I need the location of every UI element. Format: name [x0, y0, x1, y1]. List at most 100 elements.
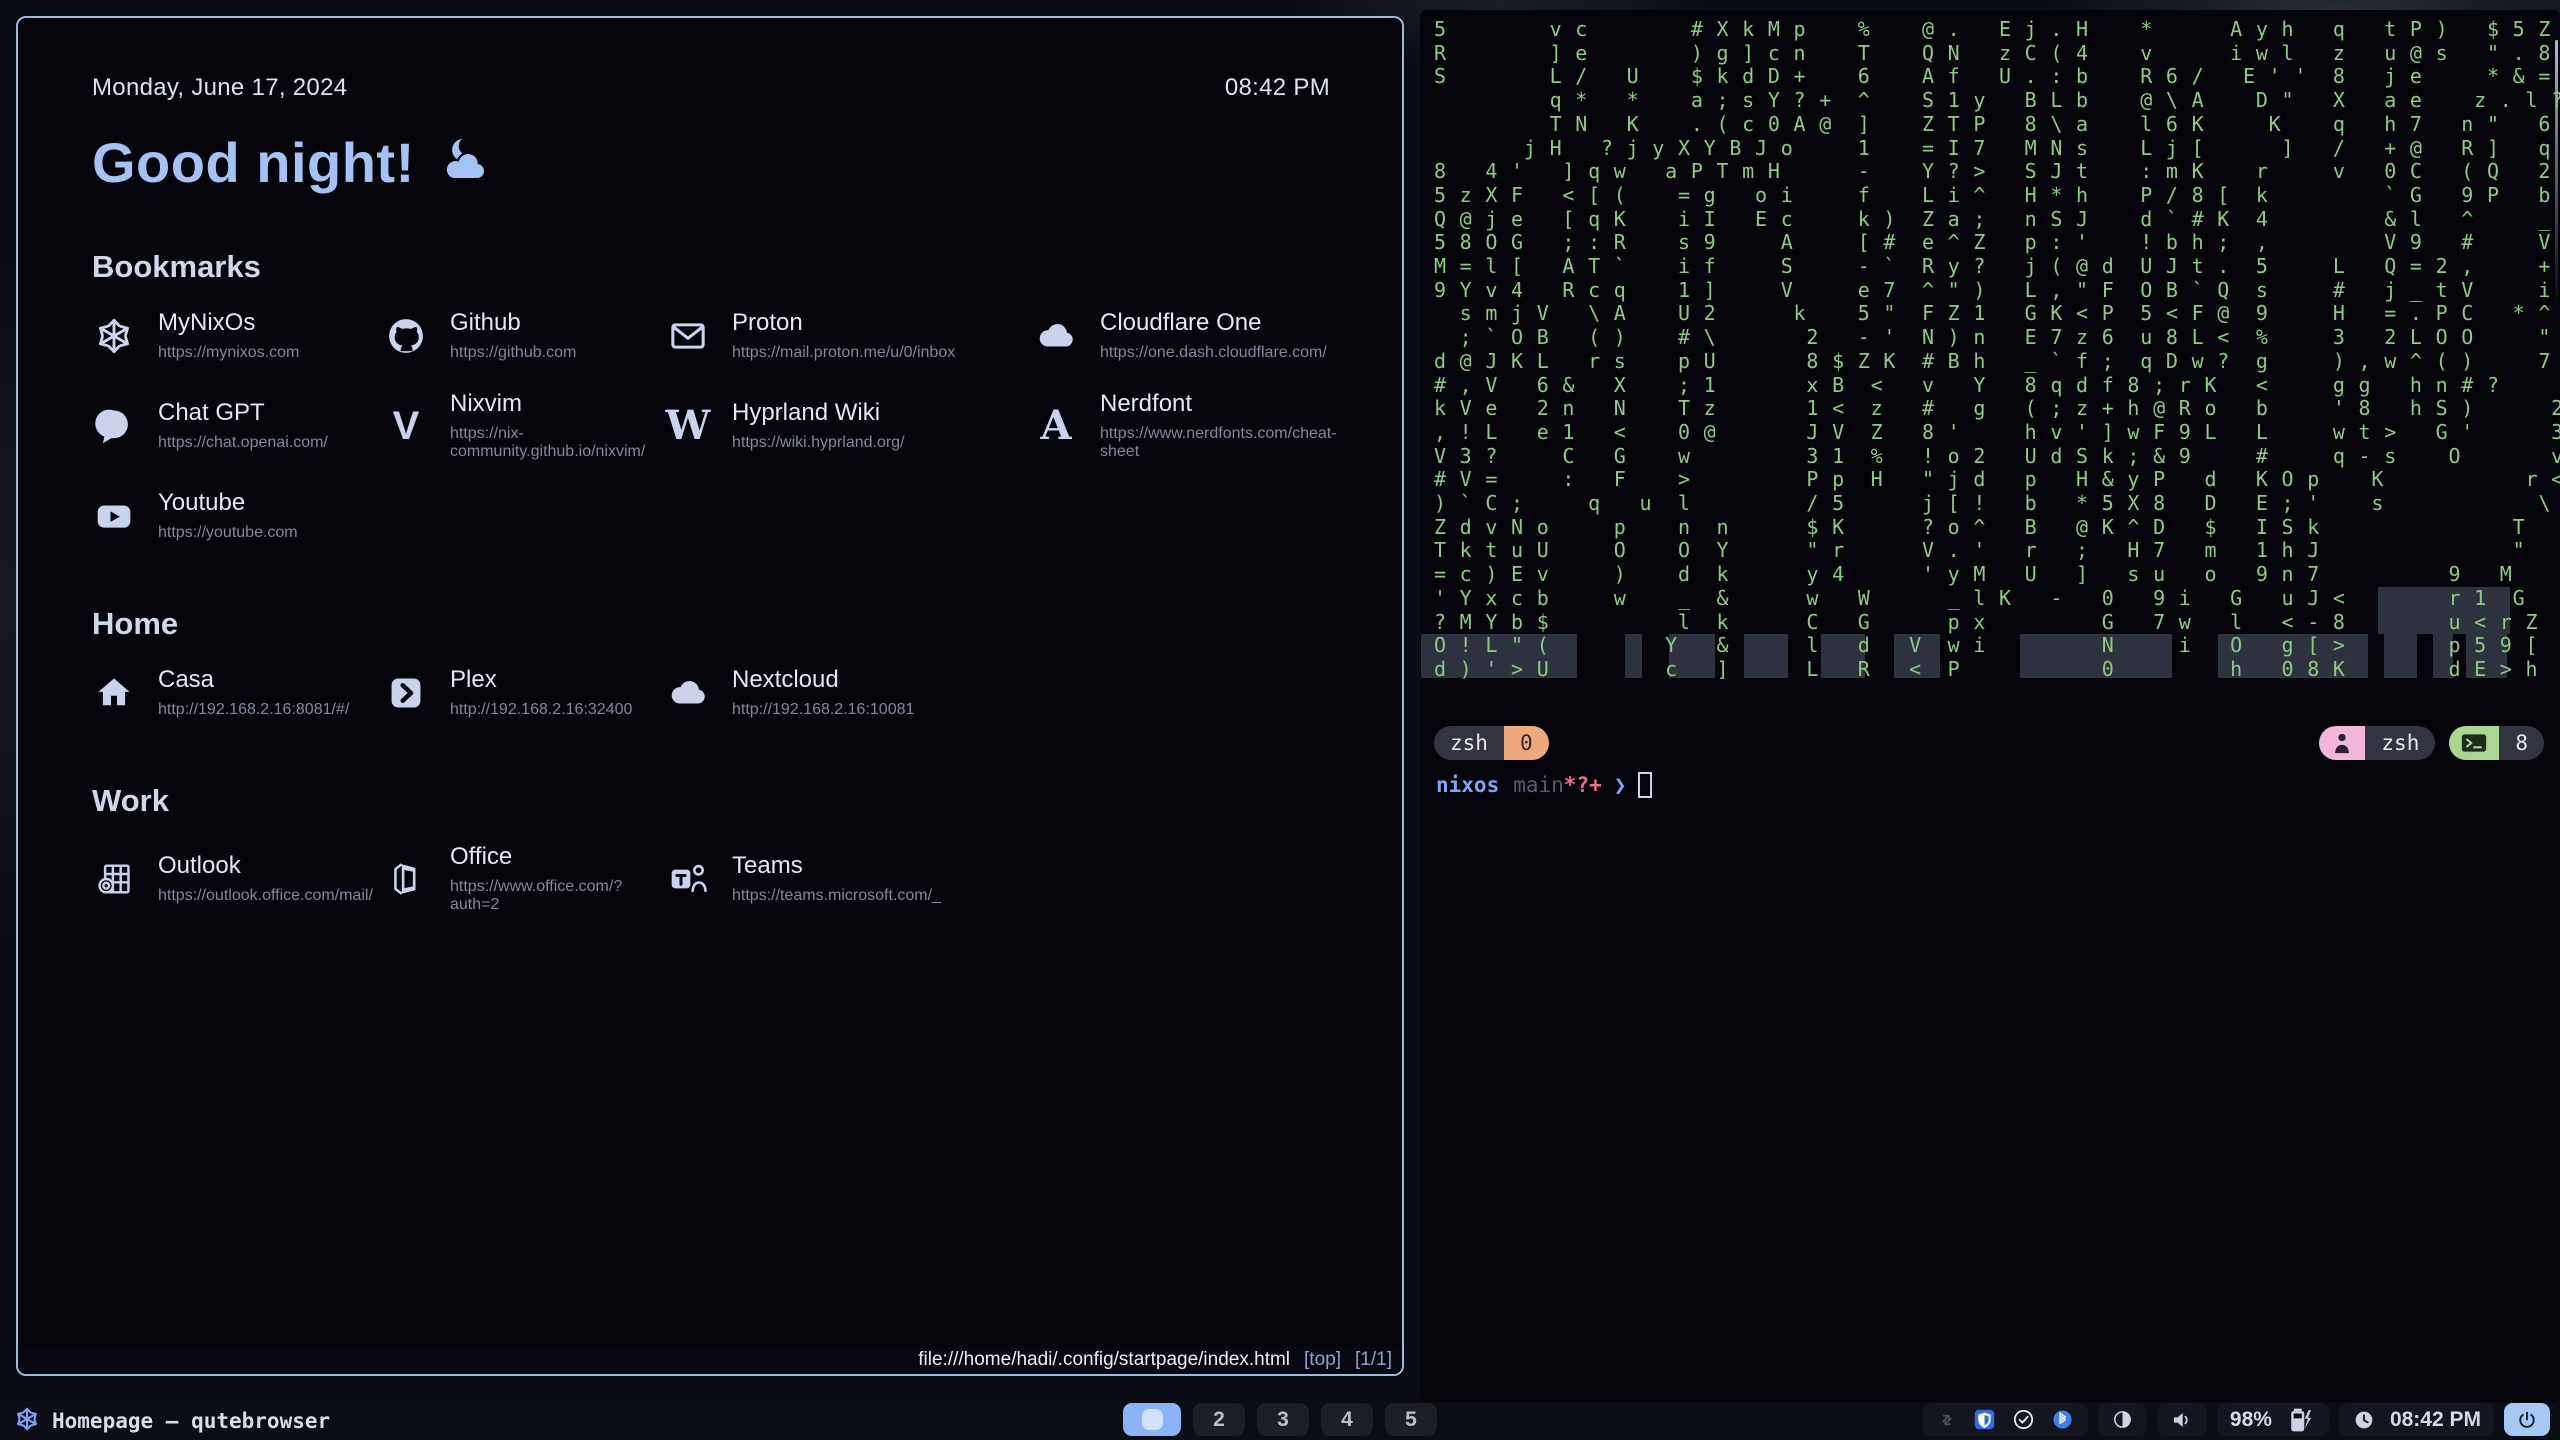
- power-icon: [2516, 1409, 2538, 1431]
- chat-bubble-icon: [92, 404, 136, 448]
- terminal-window[interactable]: 5 v c # X k M p % @ . E j . H * A y h q …: [1420, 10, 2560, 1402]
- home-nextcloud[interactable]: Nextcloud http://192.168.2.16:10081: [666, 666, 1034, 719]
- work-url: https://teams.microsoft.com/_: [732, 887, 941, 905]
- taskbar-window-title: Homepage — qutebrowser: [52, 1409, 330, 1433]
- bookmark-url: https://chat.openai.com/: [158, 434, 328, 452]
- startpage: Monday, June 17, 2024 08:42 PM Good nigh…: [18, 18, 1402, 914]
- section-title-work: Work: [92, 783, 1330, 819]
- section-title-home: Home: [92, 606, 1330, 642]
- work-teams[interactable]: Teams https://teams.microsoft.com/_: [666, 843, 1034, 914]
- work-url: https://outlook.office.com/mail/: [158, 887, 373, 905]
- bookmark-title: Github: [450, 309, 576, 337]
- matrix-rain: 5 v c # X k M p % @ . E j . H * A y h q …: [1434, 18, 2560, 682]
- startpage-date: Monday, June 17, 2024: [92, 74, 347, 102]
- bookmark-title: Nerdfont: [1100, 390, 1337, 418]
- battery-charging-icon: [2286, 1407, 2316, 1433]
- bookmark-url: https://www.nerdfonts.com/cheat-sheet: [1100, 425, 1337, 461]
- teams-icon: [666, 857, 710, 901]
- statusbar-tab-count: [1/1]: [1355, 1349, 1392, 1371]
- bookmark-title: Youtube: [158, 489, 298, 517]
- clock-icon: [2352, 1408, 2376, 1432]
- shell-prompt[interactable]: nixos main *?+ ❯: [1436, 772, 1652, 798]
- home-plex[interactable]: Plex http://192.168.2.16:32400: [384, 666, 666, 719]
- plex-chevron-icon: [384, 671, 428, 715]
- section-title-bookmarks: Bookmarks: [92, 249, 1330, 285]
- bookmark-url: https://wiki.hyprland.org/: [732, 434, 905, 452]
- bookmark-github[interactable]: Github https://github.com: [384, 309, 666, 362]
- workspace-3[interactable]: 3: [1257, 1403, 1309, 1436]
- bookmark-url: https://one.dash.cloudflare.com/: [1100, 344, 1327, 362]
- power-button[interactable]: [2504, 1403, 2550, 1436]
- taskbar-window-title-group: Homepage — qutebrowser: [14, 1406, 330, 1437]
- outlook-icon: [92, 857, 136, 901]
- system-tray: [1923, 1403, 2088, 1436]
- home-title: Casa: [158, 666, 349, 694]
- bookmark-hyprland-wiki[interactable]: W Hyprland Wiki https://wiki.hyprland.or…: [666, 390, 1034, 461]
- zellij-pane-count-badge[interactable]: 8: [2449, 726, 2544, 760]
- bookmark-cloudflare-one[interactable]: Cloudflare One https://one.dash.cloudfla…: [1034, 309, 1337, 362]
- workspace-5[interactable]: 5: [1385, 1403, 1437, 1436]
- qutebrowser-window: Monday, June 17, 2024 08:42 PM Good nigh…: [16, 16, 1404, 1376]
- matrix-pane: 5 v c # X k M p % @ . E j . H * A y h q …: [1420, 10, 2560, 686]
- workspace-1-active[interactable]: [1123, 1403, 1181, 1436]
- clock-widget[interactable]: 08:42 PM: [2339, 1403, 2494, 1436]
- bookmark-mynixos[interactable]: MyNixOs https://mynixos.com: [92, 309, 384, 362]
- battery-status[interactable]: 98%: [2217, 1403, 2329, 1436]
- home-title: Plex: [450, 666, 632, 694]
- nix-snowflake-icon: [14, 1406, 40, 1437]
- home-url: http://192.168.2.16:8081/#/: [158, 701, 349, 719]
- bookmark-title: Cloudflare One: [1100, 309, 1327, 337]
- work-office[interactable]: Office https://www.office.com/?auth=2: [384, 843, 666, 914]
- moon-cloud-icon: [431, 137, 489, 188]
- taskbar: Homepage — qutebrowser 2 3 4 5: [0, 1402, 2560, 1440]
- prompt-git-branch: main: [1513, 773, 1564, 797]
- work-outlook[interactable]: Outlook https://outlook.office.com/mail/: [92, 843, 384, 914]
- bookmark-title: Proton: [732, 309, 955, 337]
- nix-snowflake-icon: [92, 314, 136, 358]
- statusbar-scroll-position: [top]: [1304, 1349, 1341, 1371]
- mail-icon: [666, 314, 710, 358]
- office-icon: [384, 857, 428, 901]
- volume-control[interactable]: [2157, 1403, 2207, 1436]
- bookmark-url: https://mynixos.com: [158, 344, 299, 362]
- bookmark-proton[interactable]: Proton https://mail.proton.me/u/0/inbox: [666, 309, 1034, 362]
- font-icon: A: [1034, 404, 1078, 448]
- workspace-4[interactable]: 4: [1321, 1403, 1373, 1436]
- mode-label: zsh: [2365, 726, 2435, 760]
- zellij-tab-zsh[interactable]: zsh 0: [1434, 726, 1549, 760]
- cloud-icon: [666, 671, 710, 715]
- bookmark-youtube[interactable]: Youtube https://youtube.com: [92, 489, 384, 542]
- bookmark-title: Nixvim: [450, 390, 666, 418]
- bitwarden-shield-icon[interactable]: [1972, 1407, 1997, 1432]
- home-grid: Casa http://192.168.2.16:8081/#/ Plex ht…: [92, 666, 1330, 719]
- home-casa[interactable]: Casa http://192.168.2.16:8081/#/: [92, 666, 384, 719]
- zellij-mode-badge[interactable]: zsh: [2319, 726, 2435, 760]
- work-url: https://www.office.com/?auth=2: [450, 878, 666, 914]
- startpage-clock: 08:42 PM: [1225, 74, 1330, 102]
- bluetooth-icon[interactable]: [2050, 1407, 2075, 1432]
- bookmark-nixvim[interactable]: V Nixvim https://nix-community.github.io…: [384, 390, 666, 461]
- prompt-symbol: ❯: [1614, 773, 1627, 797]
- house-icon: [92, 671, 136, 715]
- tab-name: zsh: [1434, 726, 1504, 760]
- cloud-icon: [1034, 314, 1078, 358]
- night-light-toggle[interactable]: [2098, 1403, 2147, 1436]
- check-circle-icon[interactable]: [2011, 1407, 2036, 1432]
- speaker-icon: [2170, 1408, 2194, 1432]
- wiki-icon: W: [666, 404, 710, 448]
- network-activity-icon[interactable]: [1936, 1409, 1958, 1431]
- home-url: http://192.168.2.16:10081: [732, 701, 914, 719]
- bookmarks-grid: MyNixOs https://mynixos.com Github https…: [92, 309, 1330, 542]
- workspace-2[interactable]: 2: [1193, 1403, 1245, 1436]
- person-icon: [2319, 726, 2365, 760]
- bookmark-nerdfont[interactable]: A Nerdfont https://www.nerdfonts.com/che…: [1034, 390, 1337, 461]
- night-light-icon: [2111, 1408, 2134, 1431]
- work-title: Office: [450, 843, 666, 871]
- prompt-host: nixos: [1436, 773, 1499, 797]
- bookmark-chatgpt[interactable]: Chat GPT https://chat.openai.com/: [92, 390, 384, 461]
- workspace-switcher: 2 3 4 5: [1123, 1403, 1437, 1436]
- vim-icon: V: [384, 404, 428, 448]
- home-title: Nextcloud: [732, 666, 914, 694]
- taskbar-right: 98% 08:42 PM: [1923, 1403, 2550, 1436]
- bookmark-title: Chat GPT: [158, 399, 328, 427]
